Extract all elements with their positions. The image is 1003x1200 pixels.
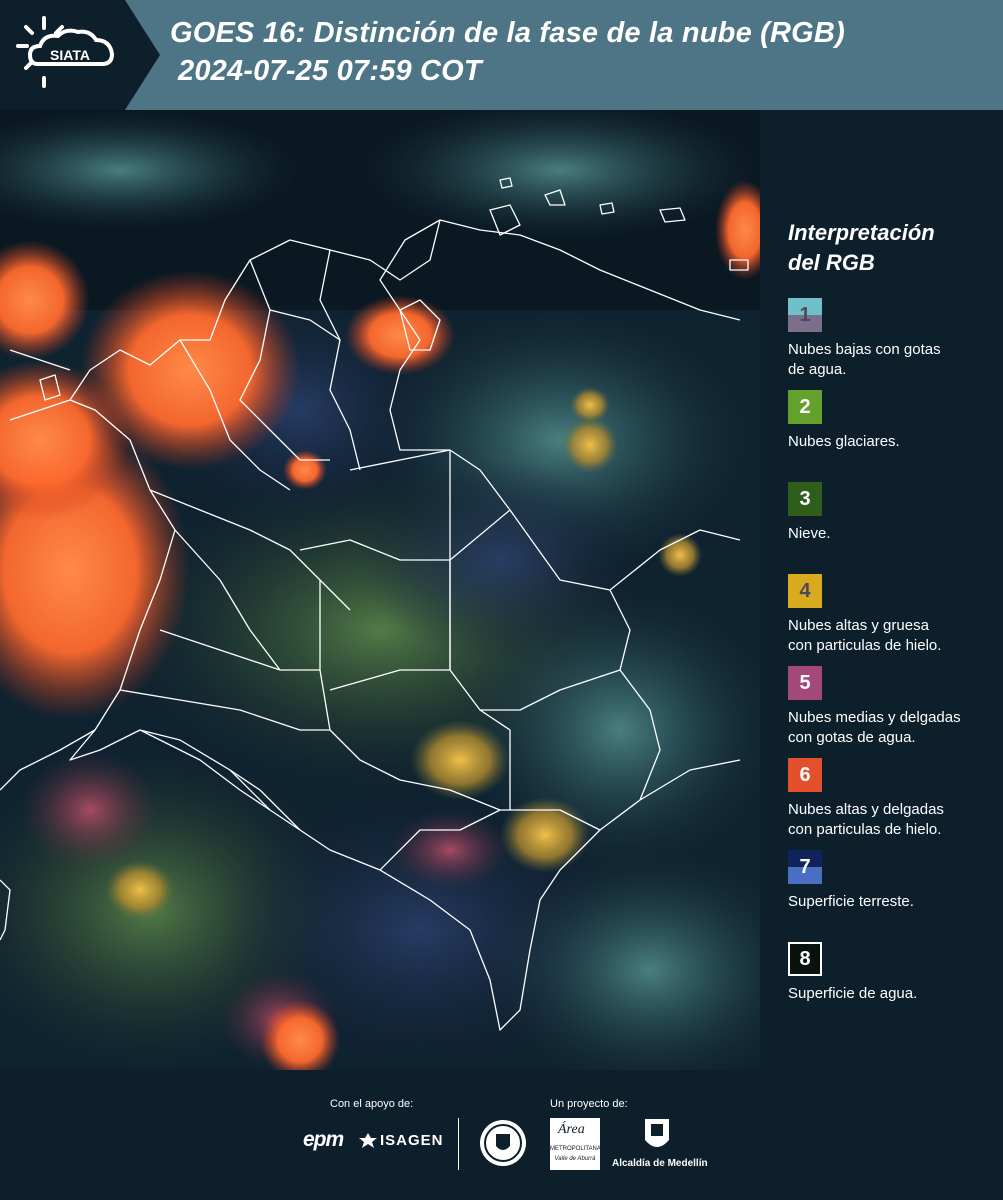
- isagen-icon: [359, 1133, 377, 1148]
- legend-title-line-2: del RGB: [788, 250, 875, 275]
- header-bar: SIATA GOES 16: Distinción de la fase de …: [0, 0, 1003, 110]
- legend-label-line-1: Nubes bajas con gotas: [788, 341, 941, 358]
- legend-label-line-1: Nieve.: [788, 525, 831, 542]
- legend-number: 1: [799, 304, 811, 326]
- alcaldia-shield-icon: [645, 1119, 669, 1147]
- legend-label-line-1: Nubes medias y delgadas: [788, 709, 961, 726]
- sun-cloud-icon: SIATA: [0, 0, 160, 110]
- satellite-rgb-image: [0, 110, 760, 1070]
- legend-label-line-1: Nubes altas y gruesa: [788, 617, 929, 634]
- legend-label: Nubes glaciares.: [788, 432, 993, 452]
- legend-number: 6: [799, 764, 811, 786]
- alcaldia-shield: [644, 1118, 670, 1159]
- sponsor-epm-logo: epm: [303, 1128, 344, 1151]
- legend-swatch-3: 3: [788, 482, 822, 516]
- legend-number: 7: [799, 856, 811, 878]
- medellin-seal-icon: [480, 1120, 526, 1166]
- legend-swatch-7: 7: [788, 850, 822, 884]
- legend-label-line-1: Superficie terreste.: [788, 893, 914, 910]
- legend-swatch-2: 2: [788, 390, 822, 424]
- sponsor-isagen-label: ISAGEN: [380, 1132, 444, 1149]
- legend-label-line-1: Superficie de agua.: [788, 985, 918, 1002]
- legend-label-line-2: con particulas de hielo.: [788, 637, 942, 654]
- legend-swatch-1: 1: [788, 298, 822, 332]
- legend-label: Superficie terreste.: [788, 892, 993, 912]
- legend-title: Interpretación del RGB: [788, 218, 935, 278]
- legend-label-line-1: Nubes glaciares.: [788, 433, 900, 450]
- legend-number: 8: [799, 948, 811, 970]
- logo-text: SIATA: [50, 47, 90, 63]
- legend-label: Superficie de agua.: [788, 984, 993, 1004]
- legend-label-line-2: con gotas de agua.: [788, 729, 916, 746]
- siata-logo: SIATA: [0, 0, 160, 110]
- legend-label-line-1: Nubes altas y delgadas: [788, 801, 944, 818]
- legend-label: Nubes altas y gruesa con particulas de hi…: [788, 616, 993, 656]
- legend-number: 2: [799, 396, 811, 418]
- medellin-seal: [478, 1118, 528, 1173]
- project-label: Un proyecto de:: [550, 1098, 628, 1110]
- legend-panel: Interpretación del RGB 1 Nubes bajas con …: [760, 110, 1003, 1070]
- legend-number: 3: [799, 488, 811, 510]
- satellite-map: [0, 110, 760, 1070]
- title-line-2: 2024-07-25 07:59 COT: [178, 55, 482, 87]
- legend-label-line-2: con particulas de hielo.: [788, 821, 942, 838]
- area-logo-line-3: Valle de Aburrá: [554, 1156, 596, 1162]
- legend-swatch-6: 6: [788, 758, 822, 792]
- legend-swatch-4: 4: [788, 574, 822, 608]
- title-line-1: GOES 16: Distinción de la fase de la nub…: [170, 17, 845, 49]
- legend-label: Nieve.: [788, 524, 993, 544]
- area-logo-line-2: METROPOLITANA: [550, 1146, 601, 1152]
- page-title: GOES 16: Distinción de la fase de la nub…: [170, 14, 845, 90]
- legend-label: Nubes medias y delgadas con gotas de agua…: [788, 708, 993, 748]
- legend-label: Nubes bajas con gotas de agua.: [788, 340, 993, 380]
- legend-title-line-1: Interpretación: [788, 220, 935, 245]
- legend-swatch-5: 5: [788, 666, 822, 700]
- area-logo-script: Área: [558, 1122, 585, 1137]
- legend-number: 4: [799, 580, 811, 602]
- alcaldia-label: Alcaldía de Medellín: [612, 1158, 708, 1169]
- area-metropolitana-logo: Área METROPOLITANA Valle de Aburrá: [550, 1118, 601, 1170]
- support-label: Con el apoyo de:: [330, 1098, 414, 1110]
- legend-label-line-2: de agua.: [788, 361, 847, 378]
- legend-swatch-8: 8: [788, 942, 822, 976]
- footer-bar: Con el apoyo de: Un proyecto de: epm ISA…: [0, 1070, 1003, 1200]
- footer-divider: [458, 1118, 459, 1170]
- legend-number: 5: [799, 672, 811, 694]
- legend-label: Nubes altas y delgadas con particulas de …: [788, 800, 993, 840]
